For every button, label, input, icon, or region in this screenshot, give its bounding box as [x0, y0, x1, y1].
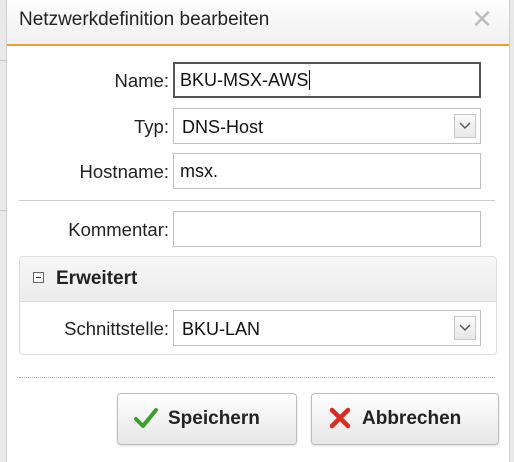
dialog-titlebar: Netzwerkdefinition bearbeiten ✕: [7, 0, 509, 46]
comment-input[interactable]: [173, 211, 481, 247]
type-label: Typ:: [134, 116, 169, 137]
minus-square-icon[interactable]: [33, 272, 44, 283]
close-icon[interactable]: ✕: [469, 6, 495, 32]
interface-row: Schnittstelle: BKU-LAN: [7, 310, 511, 348]
hostname-row: Hostname: msx.: [7, 153, 511, 191]
edit-network-definition-dialog: Netzwerkdefinition bearbeiten ✕ Name: BK…: [6, 0, 510, 462]
type-value: DNS-Host: [182, 117, 264, 137]
text-caret: [309, 70, 311, 90]
interface-label: Schnittstelle:: [64, 318, 169, 339]
hostname-input[interactable]: msx.: [173, 153, 481, 189]
dialog-title: Netzwerkdefinition bearbeiten: [19, 9, 270, 30]
type-select[interactable]: DNS-Host: [173, 108, 481, 144]
interface-value: BKU-LAN: [182, 319, 261, 339]
advanced-section-header[interactable]: Erweitert: [20, 257, 496, 302]
comment-row: Kommentar:: [7, 211, 511, 249]
interface-select[interactable]: BKU-LAN: [173, 310, 481, 346]
save-button[interactable]: Speichern: [117, 393, 297, 445]
name-value: BKU-MSX-AWS: [180, 70, 309, 90]
comment-label: Kommentar:: [68, 219, 169, 240]
save-button-label: Speichern: [168, 408, 260, 429]
hostname-label: Hostname:: [79, 161, 169, 182]
hostname-value: msx.: [180, 161, 218, 181]
type-row: Typ: DNS-Host: [7, 108, 511, 146]
chevron-down-icon[interactable]: [454, 316, 476, 340]
name-input[interactable]: BKU-MSX-AWS: [173, 62, 481, 98]
advanced-section-title: Erweitert: [56, 268, 138, 289]
chevron-down-icon[interactable]: [454, 114, 476, 138]
footer-divider: [19, 377, 495, 379]
x-icon: [329, 407, 351, 429]
name-row: Name: BKU-MSX-AWS: [7, 62, 511, 100]
checkmark-icon: [134, 408, 158, 428]
cancel-button-label: Abbrechen: [362, 408, 462, 429]
name-label: Name:: [114, 70, 170, 91]
form-divider: [19, 200, 495, 201]
cancel-button[interactable]: Abbrechen: [311, 393, 499, 445]
